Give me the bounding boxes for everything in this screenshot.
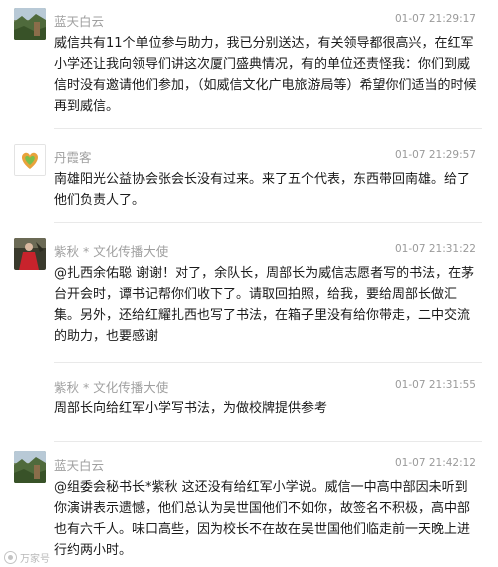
sender-name[interactable]: 蓝天白云 [54, 11, 104, 30]
landscape-photo-avatar[interactable] [14, 8, 46, 40]
landscape-photo-avatar[interactable] [14, 451, 46, 483]
message-text: 南雄阳光公益协会张会长没有过来。来了五个代表，东西带回南雄。给了他们负责人了。 [54, 172, 471, 208]
message-divider [54, 362, 482, 363]
message-divider [54, 128, 482, 129]
sender-name[interactable]: 紫秋 * 文化传播大使 [54, 377, 168, 396]
message-text: @组委会秘书长*紫秋 这还没有给红军小学说。威信一中高中部因未听到你演讲表示遗憾… [54, 480, 471, 558]
message-time: 01-07 21:31:55 [394, 379, 476, 391]
message-divider [54, 441, 482, 442]
message-time: 01-07 21:42:12 [394, 457, 476, 469]
sender-name[interactable]: 蓝天白云 [54, 455, 104, 474]
message-text: 周部长向给红军小学写书法，为做校牌提供参考 [54, 401, 328, 416]
message-divider [54, 222, 482, 223]
red-dress-photo-avatar[interactable] [14, 238, 46, 270]
watermark: 万家号 [4, 550, 50, 565]
message-text: @扎西余佑聪 谢谢！对了，余队长，周部长为威信志愿者写的书法，在茅台开会时，谭书… [54, 266, 475, 344]
sender-name[interactable]: 紫秋 * 文化传播大使 [54, 241, 168, 260]
message-time: 01-07 21:29:57 [394, 149, 476, 161]
watermark-logo-icon [4, 551, 17, 564]
message-text: 威信共有11个单位参与助力，我已分别送达，有关领导都很高兴，在红军小学还让我向领… [54, 36, 477, 114]
message-time: 01-07 21:31:22 [394, 243, 476, 255]
sender-name[interactable]: 丹霞客 [54, 147, 92, 166]
watermark-text: 万家号 [20, 554, 50, 565]
heart-logo-avatar[interactable] [14, 144, 46, 176]
message-time: 01-07 21:29:17 [394, 13, 476, 25]
